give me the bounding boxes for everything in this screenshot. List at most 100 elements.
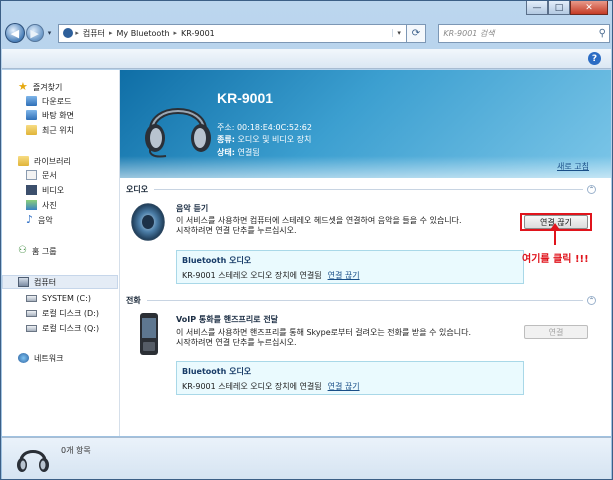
phone-group-header: 전화 ⌃ [126,294,596,306]
device-type-value: 오디오 및 비디오 장치 [237,135,312,144]
breadcrumb-my-bluetooth[interactable]: My Bluetooth [117,29,170,38]
voip-desc-line1: 이 서비스를 사용하면 핸즈프리를 통해 Skype로부터 걸려오는 전화를 받… [176,328,472,337]
nav-label: 컴퓨터 [34,277,57,287]
nav-label: 홈 그룹 [31,246,57,256]
videos-icon [26,185,37,195]
breadcrumb-computer[interactable]: 컴퓨터 [83,28,105,39]
nav-drive-c[interactable]: SYSTEM (C:) [26,291,91,305]
nav-pictures[interactable]: 사진 [26,198,57,212]
voip-desc-line2: 시작하려면 연결 단추를 누르십시오. [176,338,297,347]
help-icon[interactable]: ? [588,52,601,65]
homegroup-icon: ⚇ [18,245,27,256]
address-bar[interactable]: ▸ 컴퓨터 ▸ My Bluetooth ▸ KR-9001 ▾ [58,23,407,43]
details-pane: 0개 항목 [2,437,611,479]
box-status: KR-9001 스테레오 오디오 장치에 연결됨 연결 끊기 [182,381,360,392]
nav-label: 음악 [38,215,53,225]
search-icon[interactable]: ⚲ [599,28,606,39]
search-placeholder: KR-9001 검색 [443,28,495,38]
nav-label: 문서 [42,170,57,180]
back-arrow-icon: ◀ [10,26,20,40]
music-desc-line2: 시작하려면 연결 단추를 누르십시오. [176,226,297,235]
box-status-text: KR-9001 스테레오 오디오 장치에 연결됨 [182,382,322,391]
group-title: 오디오 [126,184,149,194]
nav-label: SYSTEM (C:) [42,293,91,303]
back-button[interactable]: ◀ [5,23,25,43]
device-type: 종류: 오디오 및 비디오 장치 [217,134,311,145]
music-note-icon: ♪ [26,213,34,226]
headset-icon [17,450,49,472]
computer-icon [18,277,29,287]
nav-desktop[interactable]: 바탕 화면 [26,108,74,122]
toolbar: ? [2,49,611,69]
nav-recent[interactable]: 최근 위치 [26,123,74,137]
nav-label: 다운로드 [42,96,72,106]
connect-button[interactable]: 연결 [524,325,588,339]
local-drive-icon [26,309,37,317]
divider [154,188,583,190]
documents-icon [26,170,37,180]
forward-arrow-icon: ▶ [30,26,39,40]
annotation-callout: 여기를 클릭 !!! [522,254,589,265]
box-disconnect-link[interactable]: 연결 끊기 [328,382,360,391]
mobile-phone-icon [140,313,158,355]
voip-bluetooth-status-box: Bluetooth 오디오 KR-9001 스테레오 오디오 장치에 연결됨 연결… [176,361,524,395]
nav-favorites[interactable]: ★ 즐겨찾기 [18,80,62,94]
desktop-icon [26,110,37,120]
nav-network[interactable]: 네트워크 [18,351,63,365]
recent-pages-dropdown[interactable]: ▾ [45,29,55,37]
voip-service-title: VoIP 통화를 핸즈프리로 전달 [176,315,279,324]
downloads-folder-icon [26,96,37,106]
collapse-chevron-icon[interactable]: ⌃ [587,295,596,305]
address-dropdown[interactable]: ▾ [391,29,406,37]
refresh-icon: ⟳ [411,27,421,39]
nav-videos[interactable]: 비디오 [26,183,64,197]
forward-button[interactable]: ▶ [25,24,44,42]
audio-group-header: 오디오 ⌃ [126,183,596,195]
star-icon: ★ [18,80,28,93]
nav-drive-q[interactable]: 로컬 디스크 (Q:) [26,321,99,335]
collapse-chevron-icon[interactable]: ⌃ [587,184,596,194]
local-drive-icon [26,324,37,332]
nav-label: 최근 위치 [42,125,74,135]
nav-drive-d[interactable]: 로컬 디스크 (D:) [26,306,99,320]
crumb-separator-icon[interactable]: ▸ [75,29,79,37]
device-address: 주소: 00:18:E4:0C:52:62 [217,123,312,132]
music-service-title: 음악 듣기 [176,204,209,213]
bluetooth-folder-icon [63,28,74,38]
nav-libraries[interactable]: 라이브러리 [18,154,71,168]
navigation-pane: ★ 즐겨찾기 다운로드 바탕 화면 최근 위치 라이브러리 문서 비디오 사진 ♪… [2,70,120,436]
nav-music[interactable]: ♪ 음악 [26,213,53,227]
device-status-value: 연결됨 [237,148,260,157]
device-banner: KR-9001 주소: 00:18:E4:0C:52:62 종류: 오디오 및 … [120,70,611,178]
maximize-button[interactable]: □ [548,1,570,15]
crumb-separator-icon[interactable]: ▸ [109,29,113,37]
breadcrumb-device[interactable]: KR-9001 [181,29,215,38]
recent-places-icon [26,125,37,135]
speaker-icon [131,203,165,241]
device-status-label: 상태: [217,148,235,157]
close-button[interactable]: ✕ [570,1,608,15]
box-status: KR-9001 스테레오 오디오 장치에 연결됨 연결 끊기 [182,270,360,281]
crumb-separator-icon[interactable]: ▸ [174,29,178,37]
refresh-button[interactable]: ⟳ [406,23,427,43]
caption-buttons: — □ ✕ [526,1,608,15]
nav-downloads[interactable]: 다운로드 [26,94,71,108]
divider [146,299,583,301]
device-type-label: 종류: [217,135,235,144]
refresh-link[interactable]: 새로 고침 [557,161,589,172]
nav-label: 로컬 디스크 (Q:) [42,323,100,333]
box-disconnect-link[interactable]: 연결 끊기 [328,271,360,280]
device-name: KR-9001 [217,90,274,106]
system-drive-icon [26,294,37,302]
navigation-row: ◀ ▶ ▾ ▸ 컴퓨터 ▸ My Bluetooth ▸ KR-9001 ▾ ⟳… [5,21,610,45]
nav-label: 즐겨찾기 [32,82,63,92]
search-input[interactable]: KR-9001 검색 ⚲ [438,23,610,43]
nav-homegroup[interactable]: ⚇ 홈 그룹 [18,244,57,258]
headset-icon [145,108,211,158]
nav-label: 비디오 [42,185,65,195]
minimize-button[interactable]: — [526,1,548,15]
nav-computer[interactable]: 컴퓨터 [2,275,118,289]
device-status: 상태: 연결됨 [217,147,260,158]
explorer-window: — □ ✕ ◀ ▶ ▾ ▸ 컴퓨터 ▸ My Bluetooth ▸ KR-90… [0,0,613,480]
nav-documents[interactable]: 문서 [26,168,57,182]
